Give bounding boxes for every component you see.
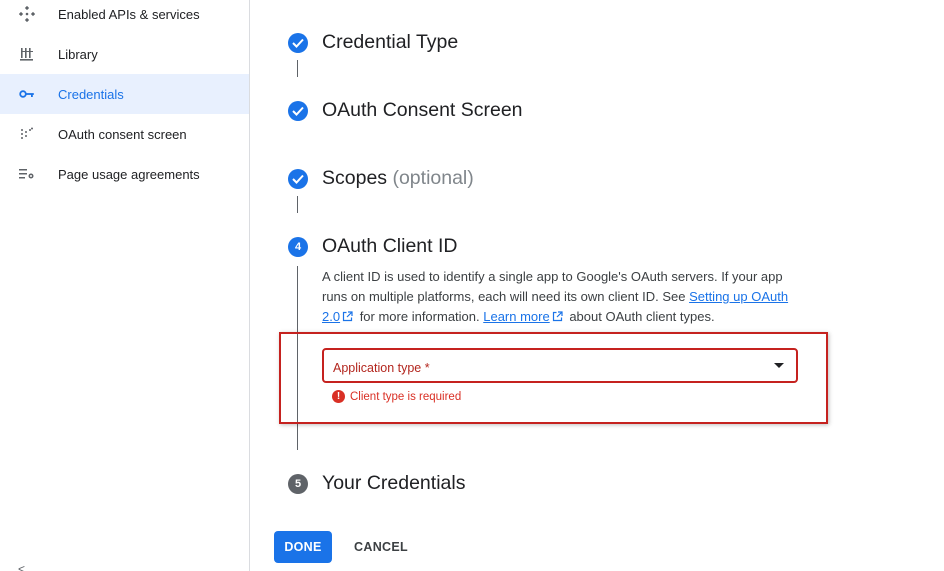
sidebar-item-library[interactable]: Library [0,34,249,74]
description-text: about OAuth client types. [565,309,715,324]
collapse-sidebar-icon[interactable]: < [18,562,25,571]
step-title-text: Scopes [322,167,388,189]
error-icon: ! [332,390,345,403]
external-link-icon [552,308,563,328]
step-title-your-credentials: Your Credentials [322,472,466,494]
sidebar-item-label: Page usage agreements [58,166,200,182]
step-title-scopes: Scopes (optional) [322,167,474,190]
step-number-badge: 4 [288,237,308,257]
step-connector [297,60,298,77]
sidebar-nav: Enabled APIs & services Library Credenti… [0,0,250,571]
description-text: for more information. [356,309,484,324]
dropdown-arrow-icon [774,363,784,368]
sidebar-item-oauth-consent[interactable]: OAuth consent screen [0,114,249,154]
library-icon [18,45,36,63]
sidebar-item-credentials[interactable]: Credentials [0,74,249,114]
apis-services-icon [18,5,36,23]
settings-list-icon [18,165,36,183]
cancel-button[interactable]: CANCEL [346,531,416,563]
step-complete-check-icon [288,169,308,189]
application-type-select[interactable]: Application type * [322,348,798,383]
link-text: Learn more [483,309,550,324]
learn-more-link[interactable]: Learn more [483,309,549,324]
step-complete-check-icon [288,101,308,121]
step-connector [297,196,298,213]
optional-label: (optional) [392,167,474,189]
consent-screen-icon [18,125,36,143]
sidebar-item-enabled-apis[interactable]: Enabled APIs & services [0,0,249,34]
key-icon [18,85,36,103]
step-title-oauth-client-id: OAuth Client ID [322,235,458,257]
done-button[interactable]: DONE [274,531,332,563]
external-link-icon [342,308,353,328]
step-complete-check-icon [288,33,308,53]
application-type-error: ! Client type is required [332,390,461,403]
step-number-badge: 5 [288,474,308,494]
sidebar-item-label: Enabled APIs & services [58,6,200,22]
sidebar-item-label: Library [58,46,98,62]
sidebar-item-page-usage[interactable]: Page usage agreements [0,154,249,194]
client-id-description: A client ID is used to identify a single… [322,267,802,328]
sidebar-item-label: Credentials [58,86,124,102]
step-title-oauth-consent: OAuth Consent Screen [322,99,523,121]
application-type-label: Application type * [333,361,430,375]
step-title-credential-type: Credential Type [322,31,459,53]
sidebar-item-label: OAuth consent screen [58,126,187,142]
error-message: Client type is required [350,390,462,403]
